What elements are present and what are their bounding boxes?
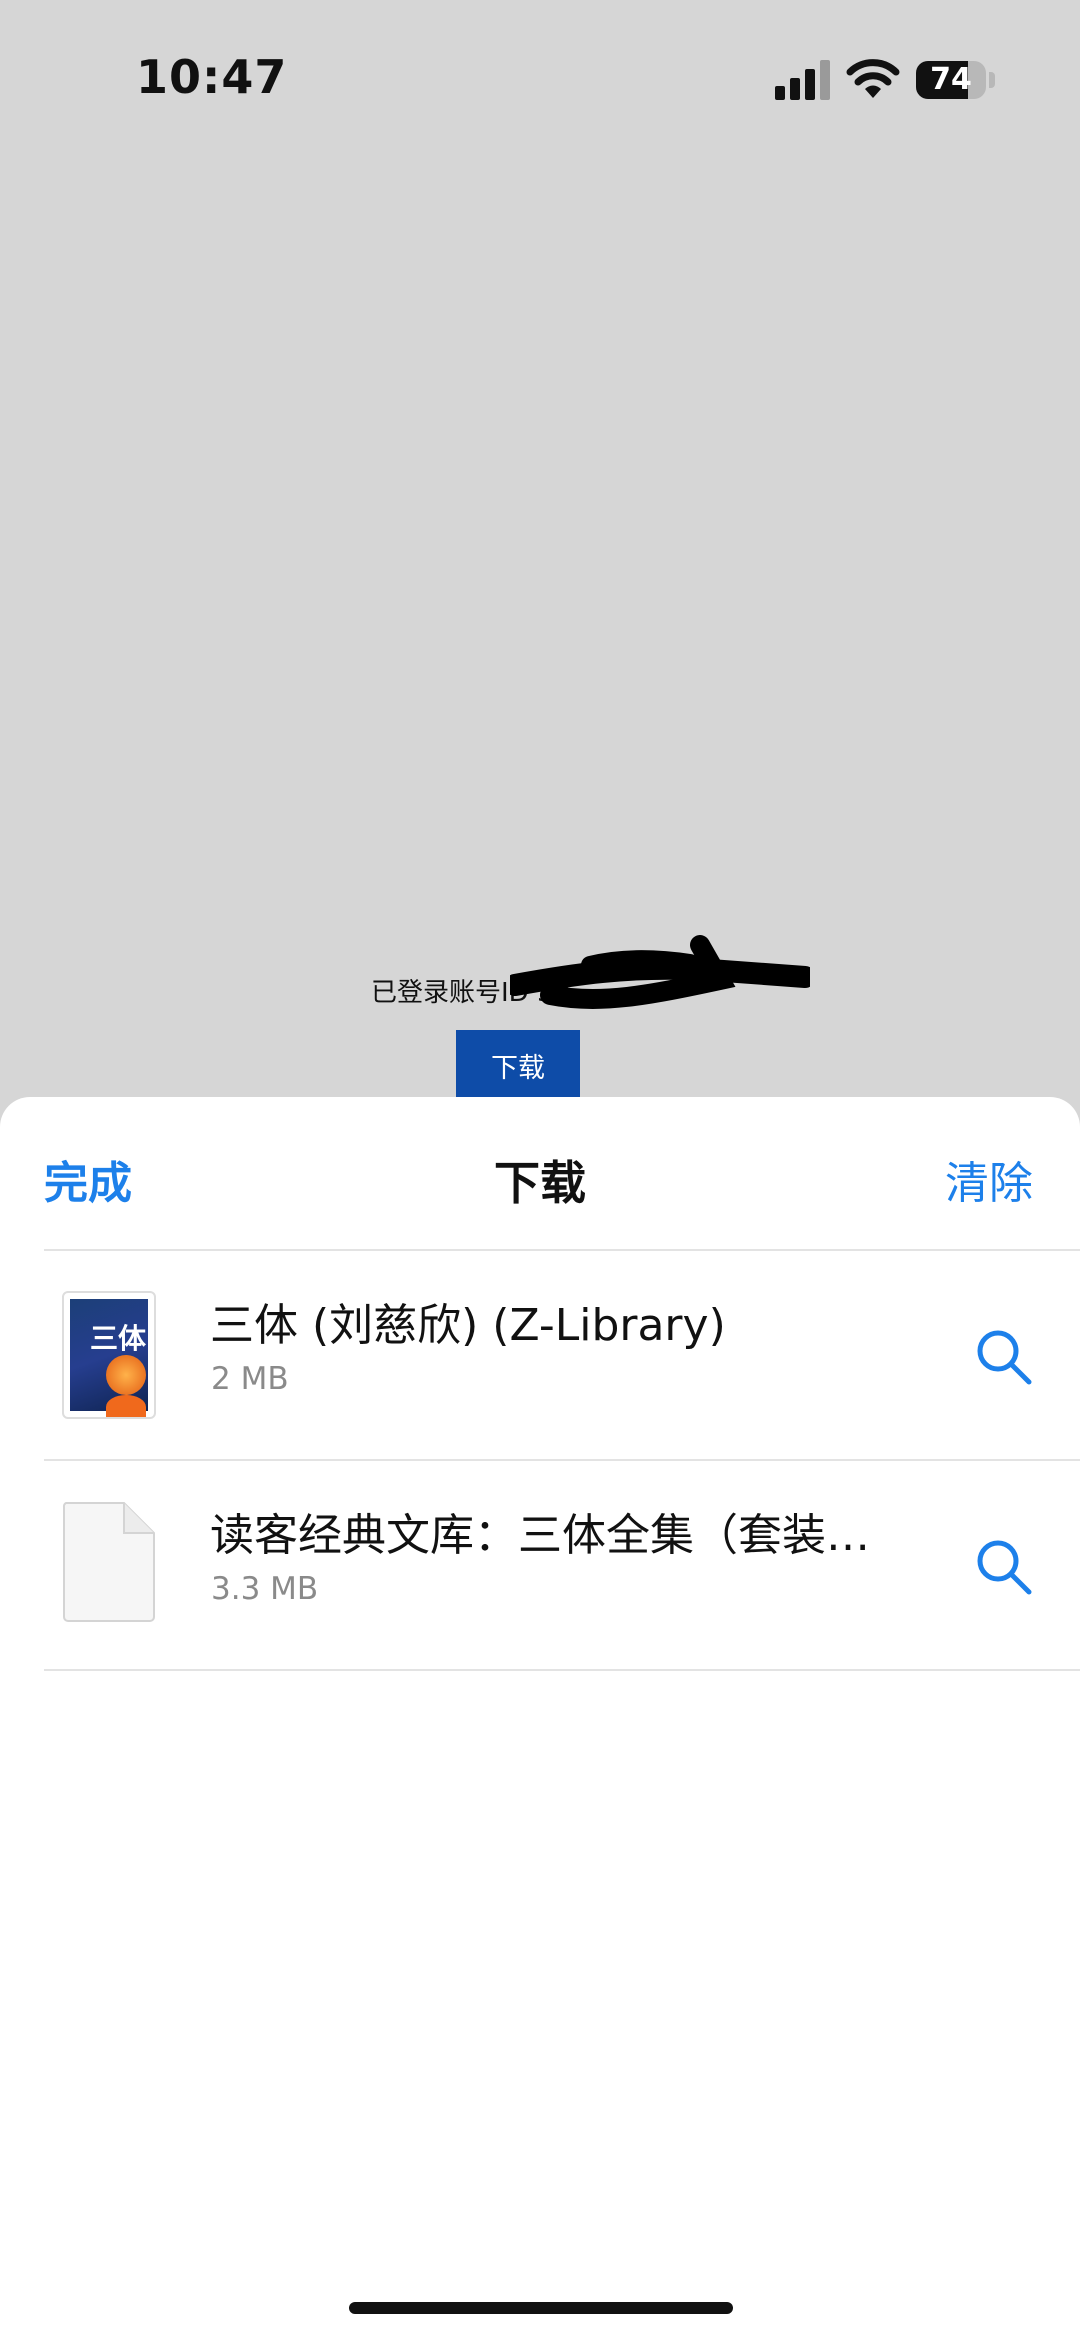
cover-planet-lower [106, 1395, 146, 1417]
download-item-title: 三体 (刘慈欣) (Z-Library) [210, 1300, 726, 1351]
home-indicator[interactable] [349, 2302, 733, 2314]
sheet-header: 完成 下载 清除 [0, 1097, 1080, 1249]
book-cover-thumbnail: 三体 [62, 1291, 156, 1419]
divider [44, 1669, 1080, 1671]
battery-cap [989, 72, 995, 88]
battery-icon: 74 [916, 61, 986, 99]
redaction-scribble [510, 935, 810, 1010]
download-item-size: 3.3 MB [211, 1571, 319, 1607]
document-icon [62, 1502, 155, 1622]
sheet-title: 下载 [494, 1156, 586, 1210]
search-icon[interactable] [974, 1537, 1034, 1597]
battery-percent: 74 [930, 62, 972, 97]
status-bar: 10:47 74 [0, 0, 1080, 150]
status-time: 10:47 [136, 50, 288, 104]
search-icon[interactable] [974, 1327, 1034, 1387]
cover-planet [106, 1355, 146, 1395]
wifi-icon [846, 59, 900, 98]
download-item-size: 2 MB [211, 1361, 289, 1397]
download-item[interactable]: 三体 三体 (刘慈欣) (Z-Library) 2 MB [0, 1251, 1080, 1459]
downloads-sheet: 完成 下载 清除 三体 三体 (刘慈欣) (Z-Library) 2 MB 读客… [0, 1097, 1080, 2341]
download-item[interactable]: 读客经典文库：三体全集（套装共3册） 3.3 MB [0, 1461, 1080, 1669]
web-download-button[interactable]: 下载 [456, 1030, 580, 1100]
cover-title: 三体 [90, 1322, 147, 1355]
cellular-signal-icon [775, 60, 830, 100]
screen: 10:47 74 已登录账号ID 39 下载 完成 下载 清除 三体 三体 (刘… [0, 0, 1080, 2341]
download-item-title: 读客经典文库：三体全集（套装共3册） [210, 1510, 870, 1561]
clear-button[interactable]: 清除 [945, 1147, 1033, 1211]
book-cover-art: 三体 [70, 1299, 148, 1417]
